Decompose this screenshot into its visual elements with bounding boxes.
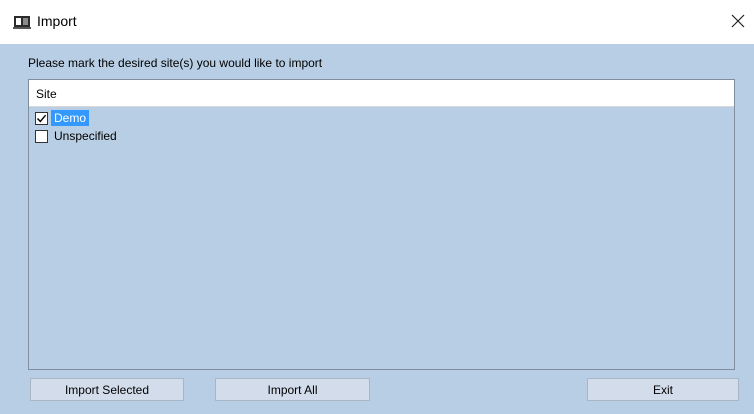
import-all-button[interactable]: Import All — [215, 378, 370, 401]
dialog-body: Please mark the desired site(s) you woul… — [0, 44, 754, 414]
list-item-label: Unspecified — [54, 129, 117, 143]
title-bar: Import — [0, 0, 754, 44]
close-icon[interactable] — [727, 10, 749, 32]
list-item-demo[interactable]: Demo — [35, 109, 90, 127]
list-column-header[interactable]: Site — [29, 80, 734, 107]
demo-checkbox[interactable] — [35, 111, 48, 125]
exit-button[interactable]: Exit — [587, 378, 739, 401]
window-title: Import — [37, 13, 77, 29]
list-item-label: Demo — [51, 110, 90, 126]
import-selected-button[interactable]: Import Selected — [30, 378, 184, 401]
unspecified-checkbox[interactable] — [35, 129, 48, 143]
site-list[interactable]: Site Demo Unspecified — [28, 79, 735, 370]
list-item-unspecified[interactable]: Unspecified — [35, 127, 120, 145]
column-header-site: Site — [36, 87, 57, 101]
instruction-label: Please mark the desired site(s) you woul… — [28, 56, 323, 70]
import-app-icon — [13, 15, 31, 29]
checkmark-icon — [36, 114, 47, 122]
